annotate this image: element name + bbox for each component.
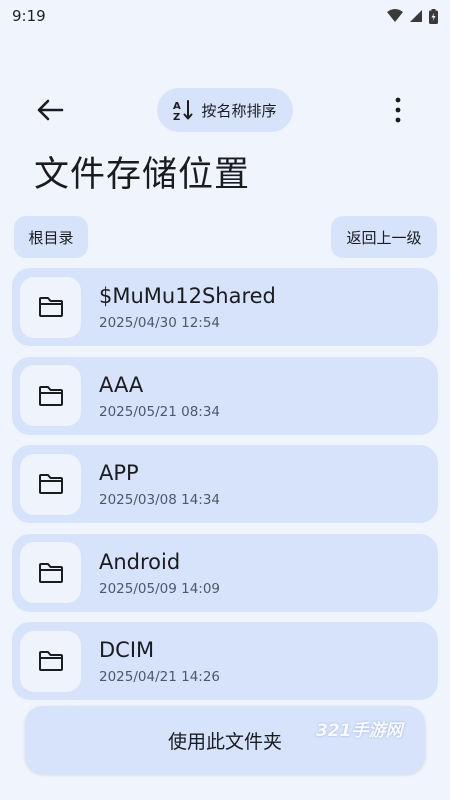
status-icons: [387, 8, 438, 24]
svg-text:Z: Z: [173, 112, 180, 121]
folder-icon-tile: [20, 365, 81, 426]
folder-icon: [38, 297, 63, 317]
folder-icon: [38, 474, 63, 494]
folder-icon-tile: [20, 542, 81, 603]
file-list: $MuMu12Shared 2025/04/30 12:54 AAA 2025/…: [12, 268, 438, 711]
status-bar: 9:19: [0, 0, 450, 32]
sort-label: 按名称排序: [201, 101, 277, 120]
battery-icon: [429, 8, 438, 24]
arrow-left-icon: [37, 99, 64, 121]
file-name: $MuMu12Shared: [99, 284, 276, 308]
more-options-button[interactable]: [378, 90, 418, 130]
sort-button[interactable]: A Z 按名称排序: [157, 88, 293, 132]
file-name: DCIM: [99, 638, 155, 662]
wifi-icon: [387, 9, 403, 22]
folder-icon: [38, 651, 63, 671]
sort-alpha-icon: A Z: [173, 100, 193, 121]
file-item[interactable]: $MuMu12Shared 2025/04/30 12:54: [12, 268, 438, 346]
file-item[interactable]: Android 2025/05/09 14:09: [12, 533, 438, 612]
back-button[interactable]: [26, 90, 74, 130]
file-text: $MuMu12Shared 2025/04/30 12:54: [99, 283, 276, 331]
file-date: 2025/05/09 14:09: [99, 580, 221, 597]
go-up-button[interactable]: 返回上一级: [331, 216, 437, 258]
file-date: 2025/03/08 14:34: [99, 492, 221, 508]
root-directory-button[interactable]: 根目录: [14, 216, 88, 258]
file-text: Android 2025/05/09 14:09: [99, 549, 220, 597]
status-time: 9:19: [12, 7, 46, 25]
page-title: 文件存储位置: [34, 155, 251, 195]
file-text: AAA 2025/05/21 08:34: [99, 372, 220, 420]
file-item[interactable]: APP 2025/03/08 14:34: [12, 445, 438, 523]
top-bar: A Z 按名称排序: [0, 86, 450, 134]
file-date: 2025/05/21 08:34: [99, 403, 221, 420]
file-text: APP 2025/03/08 14:34: [99, 460, 220, 508]
file-name: Android: [99, 549, 181, 574]
folder-icon: [38, 385, 63, 406]
folder-icon-tile: [20, 630, 81, 692]
folder-icon-tile: [20, 453, 81, 515]
svg-text:A: A: [173, 101, 181, 112]
more-vertical-icon: [395, 97, 401, 123]
file-item[interactable]: DCIM 2025/04/21 14:26: [12, 622, 438, 700]
folder-icon-tile: [20, 276, 81, 338]
file-name: AAA: [99, 372, 144, 397]
file-date: 2025/04/30 12:54: [99, 315, 221, 331]
signal-icon: [410, 10, 422, 22]
file-item[interactable]: AAA 2025/05/21 08:34: [12, 356, 438, 435]
file-date: 2025/04/21 14:26: [99, 669, 221, 685]
file-text: DCIM 2025/04/21 14:26: [99, 637, 220, 685]
watermark: 321手游网: [316, 721, 403, 741]
folder-icon: [38, 562, 63, 583]
file-name: APP: [99, 461, 139, 485]
